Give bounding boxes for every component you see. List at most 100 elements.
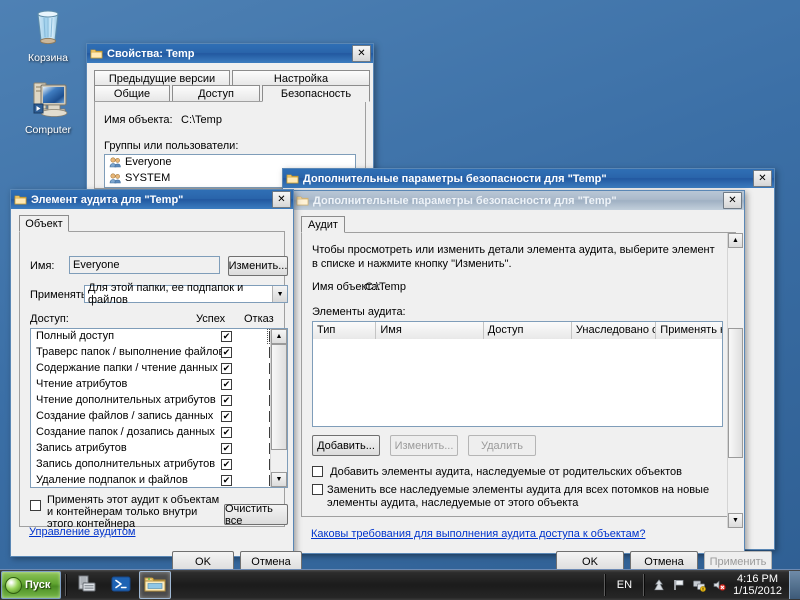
computer-icon xyxy=(12,80,84,122)
permission-success-checkbox[interactable] xyxy=(221,395,232,406)
permissions-scrollbar[interactable]: ▲ ▼ xyxy=(270,329,287,487)
container-only-row[interactable]: Применять этот аудит к объектам и контей… xyxy=(30,494,220,530)
permission-row[interactable]: Удаление подпапок и файлов xyxy=(31,473,271,487)
tab-security[interactable]: Безопасность xyxy=(262,85,370,102)
permission-row[interactable]: Запись дополнительных атрибутов xyxy=(31,457,271,473)
scroll-up-icon[interactable]: ▲ xyxy=(271,329,287,344)
permission-success-checkbox[interactable] xyxy=(221,363,232,374)
close-icon[interactable]: ✕ xyxy=(723,192,742,209)
folder-explorer-icon xyxy=(144,575,166,596)
folder-icon xyxy=(296,195,309,207)
desktop-icon-recycle-bin[interactable]: Корзина xyxy=(12,8,84,64)
tab-general[interactable]: Общие xyxy=(94,85,170,102)
tab-sharing[interactable]: Доступ xyxy=(172,85,260,102)
scroll-down-icon[interactable]: ▼ xyxy=(271,472,287,487)
taskbar-divider xyxy=(65,574,67,596)
properties-titlebar[interactable]: Свойства: Temp ✕ xyxy=(87,44,373,63)
audit-entry-titlebar[interactable]: Элемент аудита для "Temp" ✕ xyxy=(11,190,293,209)
advanced-security-window[interactable]: Дополнительные параметры безопасности дл… xyxy=(292,190,772,572)
start-button-label: Пуск xyxy=(25,579,51,591)
recycle-bin-icon xyxy=(12,8,84,50)
advanced-back-titlebar[interactable]: Дополнительные параметры безопасности дл… xyxy=(283,169,774,188)
replace-checkbox-row[interactable]: Заменить все наследуемые элементы аудита… xyxy=(312,484,721,510)
column-header-fail: Отказ xyxy=(244,313,274,325)
audit-entry-panel: Имя: Everyone Изменить... Применять: Для… xyxy=(19,231,288,530)
scroll-up-icon[interactable]: ▲ xyxy=(728,233,743,248)
permission-row[interactable]: Чтение атрибутов xyxy=(31,377,271,393)
powershell-icon xyxy=(111,574,131,597)
taskbar-button-powershell[interactable] xyxy=(105,571,137,599)
clock[interactable]: 4:16 PM 1/15/2012 xyxy=(733,573,782,597)
permission-success-checkbox[interactable] xyxy=(221,427,232,438)
replace-checkbox[interactable] xyxy=(312,484,323,495)
close-icon[interactable]: ✕ xyxy=(753,170,772,187)
column-header-inherited-from[interactable]: Унаследовано от xyxy=(572,322,657,339)
desktop-icon-computer[interactable]: Computer xyxy=(12,80,84,136)
manage-auditing-link[interactable]: Управление аудитом xyxy=(29,526,136,538)
taskbar-button-explorer[interactable] xyxy=(139,571,171,599)
column-header-type[interactable]: Тип xyxy=(313,322,377,339)
permission-row[interactable]: Чтение дополнительных атрибутов xyxy=(31,393,271,409)
permissions-listbox[interactable]: Полный доступ Траверс папок / выполнение… xyxy=(30,328,288,488)
change-principal-button[interactable]: Изменить... xyxy=(228,256,288,276)
apply-to-combobox[interactable]: Для этой папки, ее подпапок и файлов ▼ xyxy=(84,282,288,306)
inherit-checkbox-row[interactable]: Добавить элементы аудита, наследуемые от… xyxy=(312,466,721,478)
permission-success-checkbox[interactable] xyxy=(221,475,232,486)
permission-row[interactable]: Запись атрибутов xyxy=(31,441,271,457)
advanced-title: Дополнительные параметры безопасности дл… xyxy=(313,194,617,207)
scrollbar-thumb[interactable] xyxy=(271,344,287,450)
clock-time: 4:16 PM xyxy=(737,573,779,585)
permission-row[interactable]: Создание файлов / запись данных xyxy=(31,409,271,425)
permission-row[interactable]: Создание папок / дозапись данных xyxy=(31,425,271,441)
group-icon xyxy=(109,157,121,171)
tab-previous-versions[interactable]: Предыдущие версии xyxy=(94,70,230,86)
audit-help-link[interactable]: Каковы требования для выполнения аудита … xyxy=(311,528,645,540)
column-header-applies-to[interactable]: Применять к xyxy=(656,322,722,339)
advanced-titlebar[interactable]: Дополнительные параметры безопасности дл… xyxy=(293,191,744,210)
scroll-down-icon[interactable]: ▼ xyxy=(728,513,743,528)
permission-success-checkbox[interactable] xyxy=(221,347,232,358)
column-header-access[interactable]: Доступ xyxy=(484,322,572,339)
flag-icon[interactable] xyxy=(672,578,686,592)
container-only-checkbox[interactable] xyxy=(30,500,41,511)
system-tray[interactable]: EN 4:16 PM 1/15/2012 xyxy=(600,570,800,600)
permission-success-checkbox[interactable] xyxy=(221,411,232,422)
tab-object[interactable]: Объект xyxy=(19,215,69,232)
audit-entries-table[interactable]: Тип Имя Доступ Унаследовано от Применять… xyxy=(312,321,723,427)
close-icon[interactable]: ✕ xyxy=(352,45,371,62)
permission-success-checkbox[interactable] xyxy=(221,443,232,454)
audit-entries-body[interactable] xyxy=(313,339,722,426)
advanced-window-scrollbar[interactable]: ▲ ▼ xyxy=(727,233,743,528)
audit-entry-window[interactable]: Элемент аудита для "Temp" ✕ Объект Имя: … xyxy=(10,189,302,572)
permission-row[interactable]: Полный доступ xyxy=(31,329,271,345)
column-header-success: Успех xyxy=(196,313,226,325)
show-desktop-button[interactable] xyxy=(789,571,800,599)
scrollbar-thumb[interactable] xyxy=(728,328,743,458)
permission-success-checkbox[interactable] xyxy=(221,331,232,342)
clear-all-button[interactable]: Очистить все xyxy=(224,503,288,527)
properties-title: Свойства: Temp xyxy=(107,47,195,60)
taskbar[interactable]: Пуск EN 4:16 PM 1/15/2012 xyxy=(0,569,800,600)
network-icon[interactable] xyxy=(692,578,706,592)
properties-tabstrip: Предыдущие версии Настройка Общие Доступ… xyxy=(94,70,370,102)
permission-success-checkbox[interactable] xyxy=(221,459,232,470)
language-indicator[interactable]: EN xyxy=(613,579,636,591)
column-header-name[interactable]: Имя xyxy=(376,322,484,339)
tab-customize[interactable]: Настройка xyxy=(232,70,370,86)
inherit-checkbox[interactable] xyxy=(312,466,323,477)
permission-row[interactable]: Содержание папки / чтение данных xyxy=(31,361,271,377)
action-center-icon[interactable] xyxy=(652,578,666,592)
list-item-label: SYSTEM xyxy=(125,172,171,184)
audit-entry-client: Объект Имя: Everyone Изменить... Применя… xyxy=(12,210,302,572)
add-button[interactable]: Добавить... xyxy=(312,435,380,456)
permission-success-checkbox[interactable] xyxy=(221,379,232,390)
permission-row[interactable]: Траверс папок / выполнение файлов xyxy=(31,345,271,361)
volume-muted-icon[interactable] xyxy=(712,578,726,592)
tab-audit[interactable]: Аудит xyxy=(301,216,345,233)
close-icon[interactable]: ✕ xyxy=(272,191,291,208)
permissions-rows: Полный доступ Траверс папок / выполнение… xyxy=(31,329,271,487)
taskbar-button-server-manager[interactable] xyxy=(71,571,103,599)
start-button[interactable]: Пуск xyxy=(1,571,61,599)
permission-label: Создание файлов / запись данных xyxy=(36,410,214,422)
chevron-down-icon[interactable]: ▼ xyxy=(272,286,287,302)
